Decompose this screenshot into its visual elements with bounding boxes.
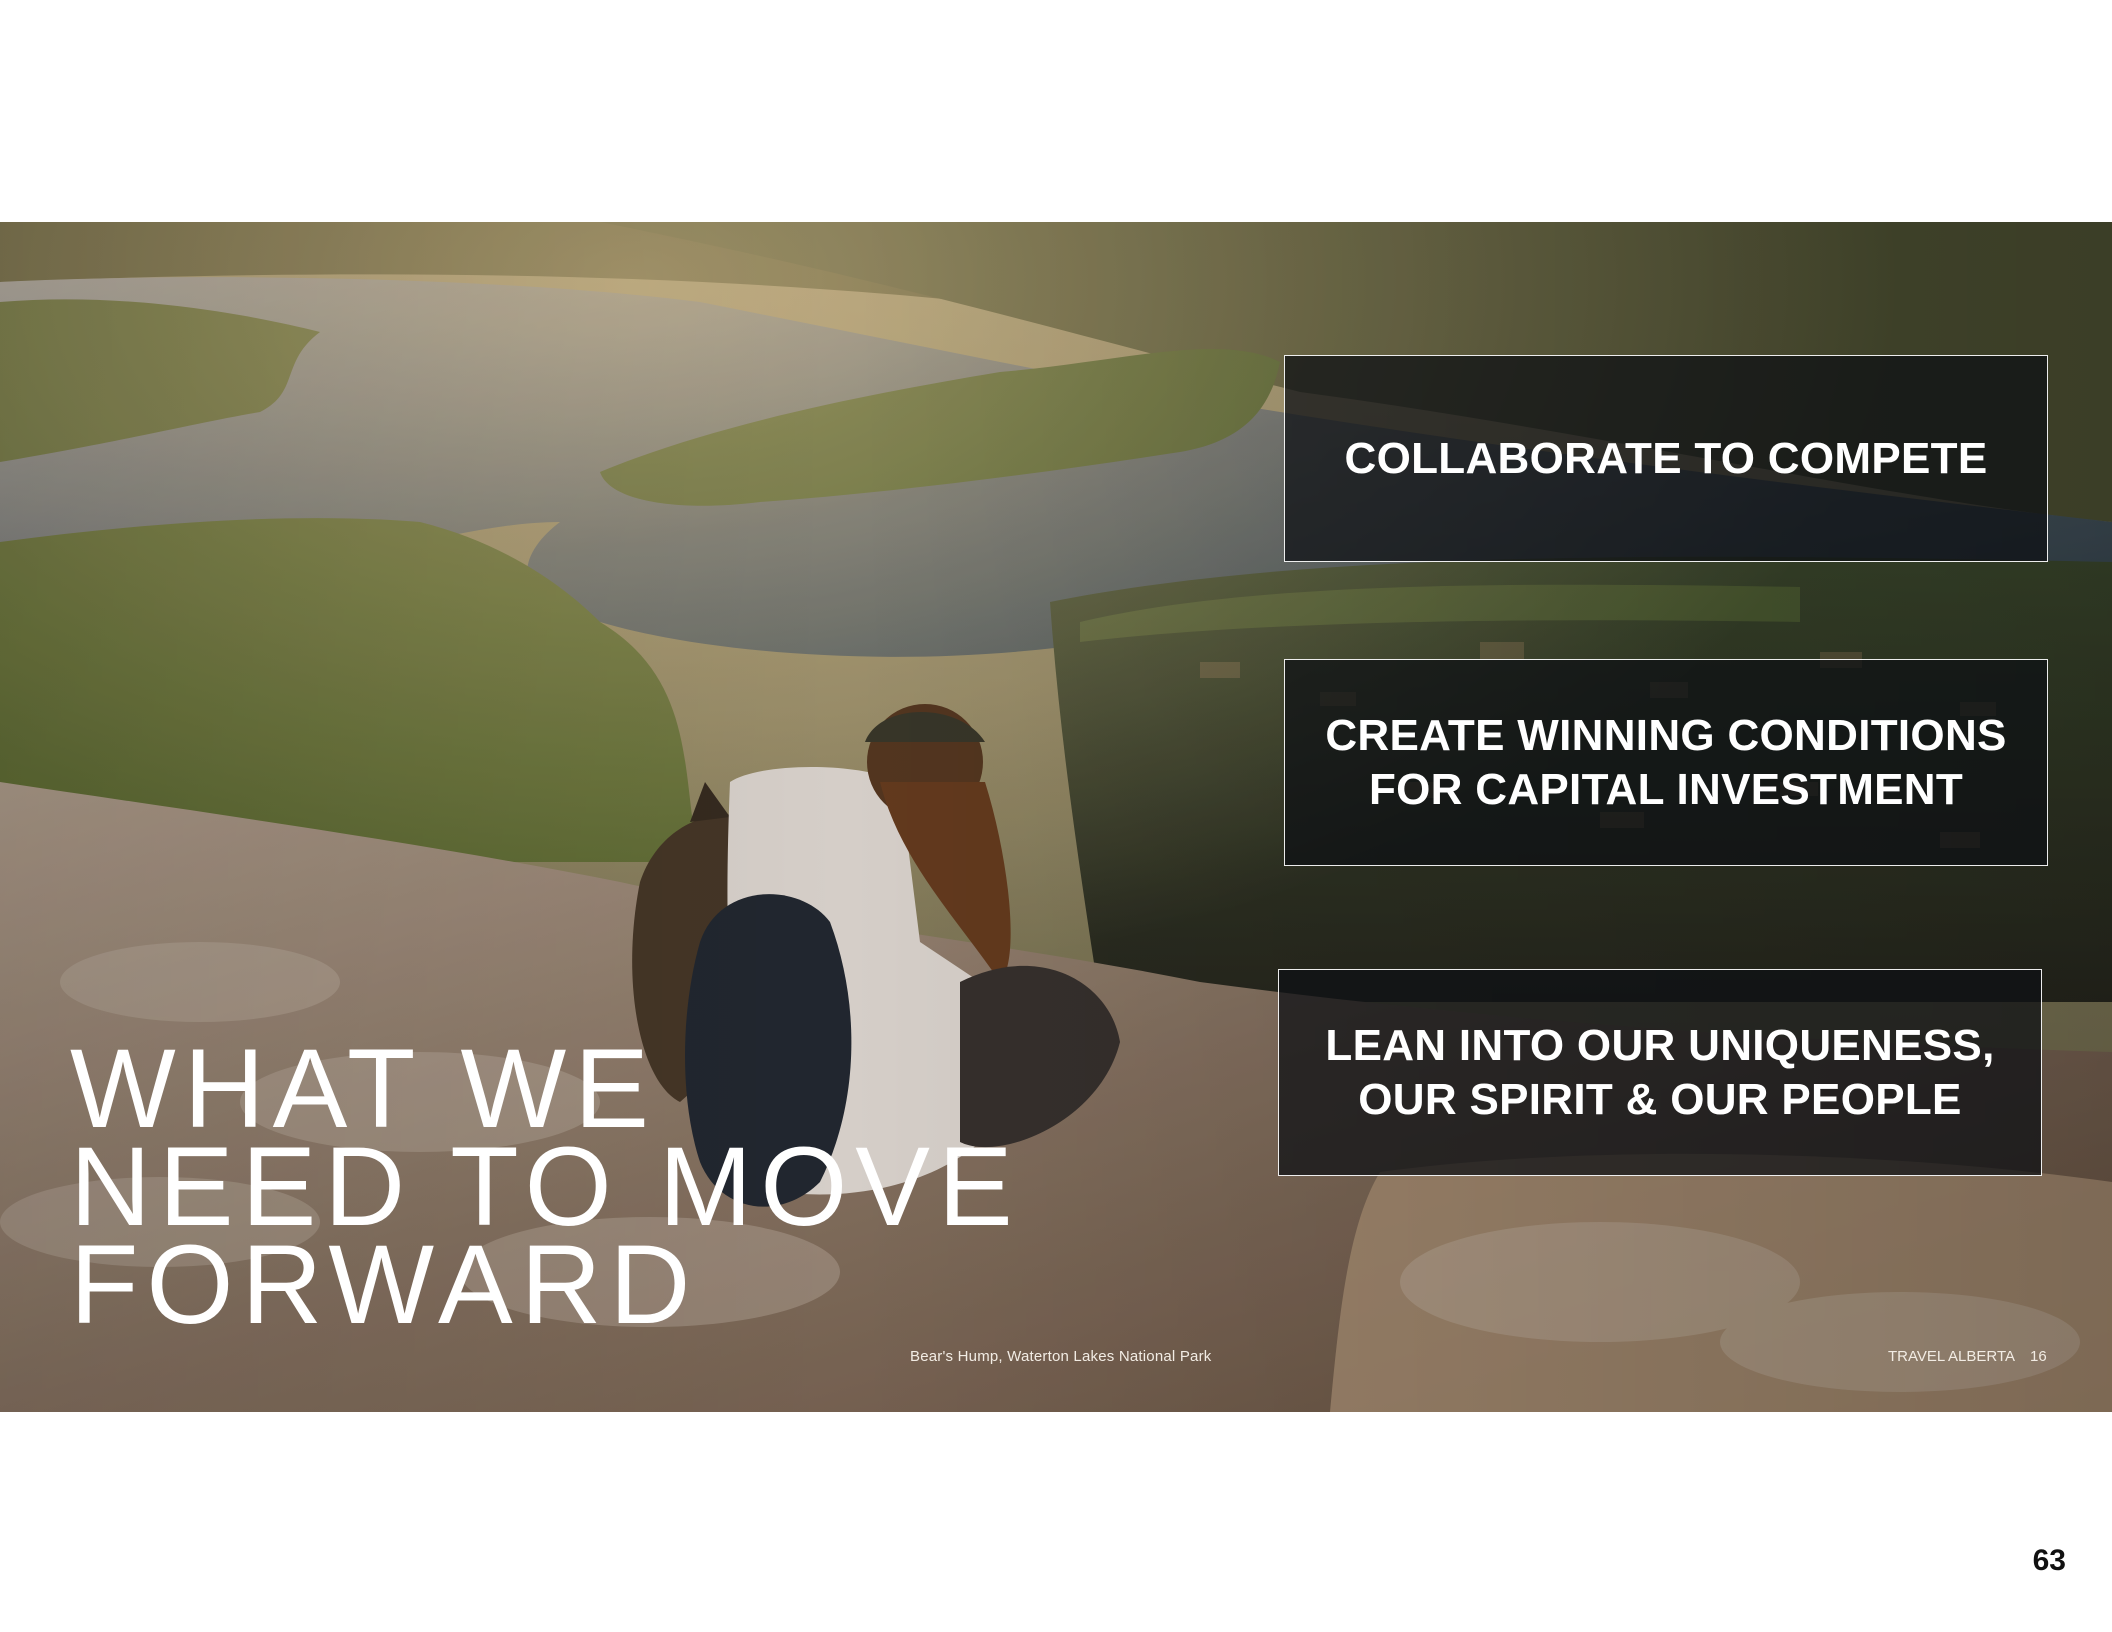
callout-text-uniqueness: LEAN INTO OUR UNIQUENESS, OUR SPIRIT & O… (1325, 1020, 1995, 1124)
page-number: 63 (2032, 1544, 2066, 1577)
footer-page-number: 16 (2030, 1348, 2047, 1365)
headline: WHAT WE NEED TO MOVE FORWARD (70, 1033, 1021, 1347)
callout-text-investment: CREATE WINNING CONDITIONS FOR CAPITAL IN… (1325, 710, 2007, 814)
hero-photo: COLLABORATE TO COMPETE CREATE WINNING CO… (0, 222, 2112, 1412)
callout-text-collaborate: COLLABORATE TO COMPETE (1344, 433, 1988, 483)
callout-box-collaborate: COLLABORATE TO COMPETE (1284, 355, 2048, 562)
callout-box-investment: CREATE WINNING CONDITIONS FOR CAPITAL IN… (1284, 659, 2048, 866)
photo-caption: Bear's Hump, Waterton Lakes National Par… (910, 1348, 1212, 1365)
headline-line-3: FORWARD (70, 1222, 699, 1347)
callout-box-uniqueness: LEAN INTO OUR UNIQUENESS, OUR SPIRIT & O… (1278, 969, 2042, 1176)
footer-brand: TRAVEL ALBERTA (1888, 1348, 2015, 1365)
